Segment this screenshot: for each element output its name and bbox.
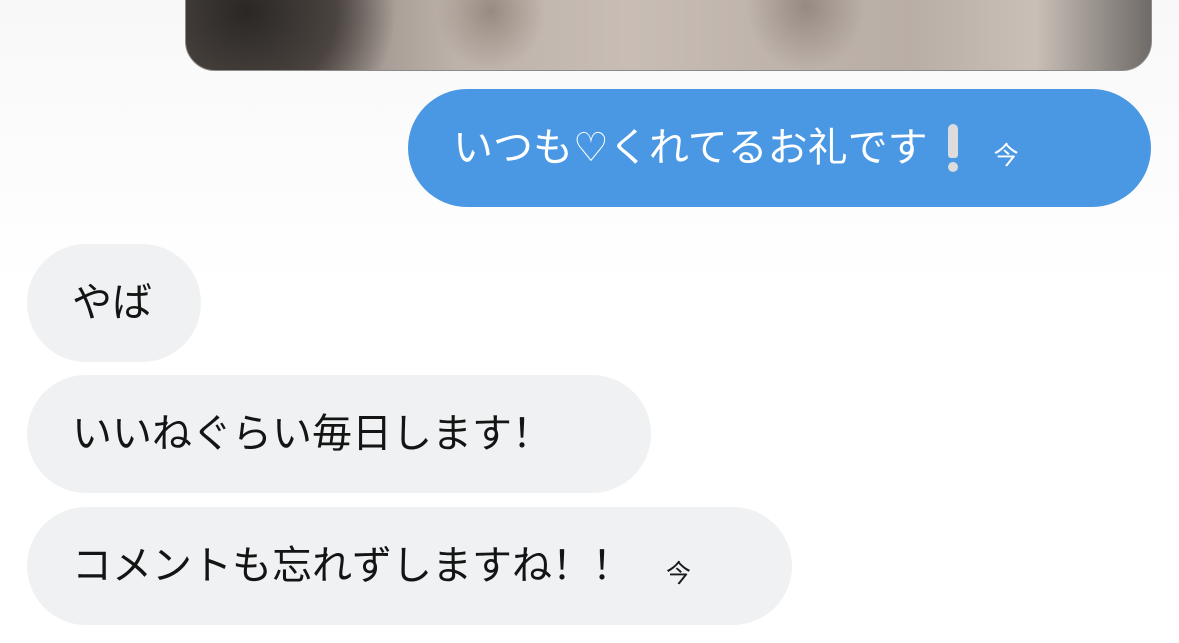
photo-shadow — [436, 0, 546, 70]
message-text: いつも♡くれてるお礼です — [453, 125, 928, 171]
received-message-bubble[interactable]: いいねぐらい毎日します！ — [27, 375, 651, 493]
timestamp: 今 — [993, 140, 1019, 170]
received-message-bubble[interactable]: コメントも忘れずしますね！！ 今 — [27, 507, 792, 625]
received-message-bubble[interactable]: やば — [27, 244, 201, 362]
shared-photo[interactable] — [185, 0, 1152, 71]
exclamation-emoji-icon — [946, 124, 960, 172]
photo-shadow — [746, 0, 866, 70]
message-text: コメントも忘れずしますね！！ — [72, 543, 632, 589]
timestamp: 今 — [666, 558, 692, 588]
sent-message-bubble[interactable]: いつも♡くれてるお礼です 今 — [408, 89, 1151, 207]
message-text: やば — [72, 280, 152, 326]
message-text: いいねぐらい毎日します！ — [72, 411, 552, 457]
chat-thread: いつも♡くれてるお礼です 今 やば いいねぐらい毎日します！ コメントも忘れずし… — [0, 0, 1179, 643]
